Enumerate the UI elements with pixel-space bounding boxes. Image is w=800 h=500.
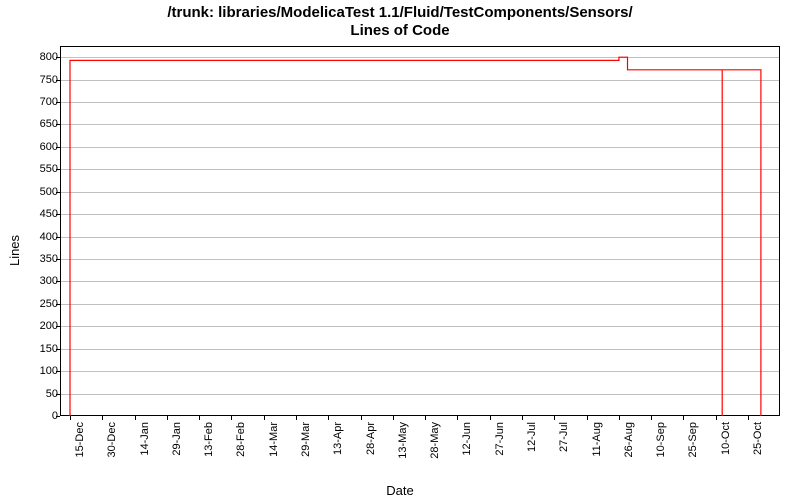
- x-tick-mark: [199, 416, 200, 420]
- x-axis-label: Date: [0, 483, 800, 498]
- x-tick-label: 25-Oct: [752, 422, 764, 482]
- x-tick-label: 27-Jul: [558, 422, 570, 482]
- y-tick-label: 150: [8, 343, 58, 355]
- x-tick-mark: [328, 416, 329, 420]
- y-tick-label: 450: [8, 208, 58, 220]
- x-tick-mark: [522, 416, 523, 420]
- x-tick-label: 10-Oct: [720, 422, 732, 482]
- y-tick-label: 200: [8, 320, 58, 332]
- y-tick-label: 250: [8, 298, 58, 310]
- x-tick-mark: [70, 416, 71, 420]
- loc-chart: /trunk: libraries/ModelicaTest 1.1/Fluid…: [0, 0, 800, 500]
- y-tick-label: 600: [8, 141, 58, 153]
- x-tick-label: 12-Jun: [461, 422, 473, 482]
- y-tick-label: 800: [8, 51, 58, 63]
- x-tick-label: 29-Mar: [300, 422, 312, 482]
- x-tick-label: 13-May: [397, 422, 409, 482]
- x-tick-mark: [102, 416, 103, 420]
- x-tick-label: 15-Dec: [74, 422, 86, 482]
- x-tick-mark: [167, 416, 168, 420]
- y-tick-label: 550: [8, 163, 58, 175]
- x-tick-mark: [748, 416, 749, 420]
- title-line-1: /trunk: libraries/ModelicaTest 1.1/Fluid…: [167, 4, 632, 21]
- x-tick-label: 26-Aug: [623, 422, 635, 482]
- x-tick-label: 25-Sep: [687, 422, 699, 482]
- x-tick-label: 11-Aug: [591, 422, 603, 482]
- x-tick-label: 28-May: [429, 422, 441, 482]
- x-tick-label: 29-Jan: [171, 422, 183, 482]
- y-tick-label: 50: [8, 388, 58, 400]
- x-tick-mark: [554, 416, 555, 420]
- title-line-2: Lines of Code: [350, 22, 449, 39]
- x-tick-label: 14-Jan: [139, 422, 151, 482]
- x-tick-mark: [264, 416, 265, 420]
- x-tick-mark: [296, 416, 297, 420]
- series-line: [70, 57, 761, 416]
- y-tick-label: 100: [8, 365, 58, 377]
- y-tick-label: 700: [8, 96, 58, 108]
- x-tick-mark: [393, 416, 394, 420]
- x-tick-label: 28-Apr: [365, 422, 377, 482]
- x-tick-label: 13-Apr: [332, 422, 344, 482]
- x-tick-mark: [619, 416, 620, 420]
- chart-title: /trunk: libraries/ModelicaTest 1.1/Fluid…: [0, 4, 800, 40]
- y-tick-label: 650: [8, 118, 58, 130]
- x-tick-mark: [457, 416, 458, 420]
- y-tick-label: 0: [8, 410, 58, 422]
- y-tick-label: 750: [8, 74, 58, 86]
- x-tick-mark: [651, 416, 652, 420]
- x-tick-label: 28-Feb: [235, 422, 247, 482]
- y-tick-label: 300: [8, 275, 58, 287]
- x-tick-mark: [683, 416, 684, 420]
- x-tick-mark: [716, 416, 717, 420]
- data-series: [60, 46, 780, 416]
- y-tick-label: 500: [8, 186, 58, 198]
- x-tick-mark: [490, 416, 491, 420]
- x-tick-label: 12-Jul: [526, 422, 538, 482]
- y-tick-label: 400: [8, 231, 58, 243]
- x-tick-label: 10-Sep: [655, 422, 667, 482]
- x-tick-label: 13-Feb: [203, 422, 215, 482]
- x-tick-mark: [361, 416, 362, 420]
- x-tick-mark: [587, 416, 588, 420]
- x-tick-mark: [231, 416, 232, 420]
- y-tick-label: 350: [8, 253, 58, 265]
- x-tick-mark: [425, 416, 426, 420]
- x-tick-label: 30-Dec: [106, 422, 118, 482]
- x-tick-mark: [135, 416, 136, 420]
- x-tick-label: 27-Jun: [494, 422, 506, 482]
- x-tick-label: 14-Mar: [268, 422, 280, 482]
